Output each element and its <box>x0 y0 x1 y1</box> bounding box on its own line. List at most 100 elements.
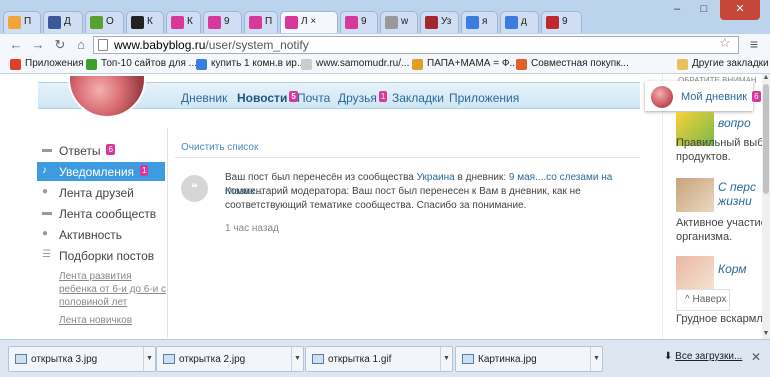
tab-favicon-icon <box>208 16 221 29</box>
bookmarks-bar: Приложения Топ-10 сайтов для ... купить 1 … <box>0 56 770 74</box>
folder-icon <box>677 59 688 70</box>
browser-tab[interactable]: 9 <box>340 11 378 33</box>
browser-tab[interactable]: 9 <box>203 11 242 33</box>
bookmark-item[interactable]: ПАПА+МАМА = Ф... <box>412 58 518 72</box>
browser-tab[interactable]: Уз <box>420 11 459 33</box>
nav-item[interactable]: Друзья 1 <box>338 91 388 105</box>
community-link[interactable]: Украина <box>417 172 455 183</box>
nav-label: Друзья <box>338 91 377 105</box>
bookmark-favicon-icon <box>196 59 207 70</box>
dropdown-arrow-icon[interactable]: ▼ <box>440 347 452 371</box>
browser-tab[interactable]: w <box>380 11 418 33</box>
bookmark-label: Совместная покупк... <box>531 58 629 69</box>
browser-tab[interactable]: Д <box>43 11 83 33</box>
minimize-button[interactable]: – <box>664 0 690 20</box>
bookmark-favicon-icon <box>10 59 21 70</box>
browser-tab[interactable]: 9 <box>541 11 582 33</box>
bookmark-favicon-icon <box>516 59 527 70</box>
bookmark-label: купить 1 комн.в ир... <box>211 58 306 69</box>
sidebar-badge: 6 <box>106 144 115 155</box>
article-link[interactable]: жизни <box>718 194 752 208</box>
close-window-button[interactable]: ✕ <box>720 0 760 20</box>
browser-tab[interactable]: П <box>3 11 41 33</box>
article-link[interactable]: Корм <box>718 262 747 276</box>
download-item[interactable]: открытка 1.gif ▼ <box>305 346 453 372</box>
tab-favicon-icon <box>249 16 262 29</box>
bookmark-item[interactable]: www.samomudr.ru/... <box>301 58 409 72</box>
dropdown-arrow-icon[interactable]: ▼ <box>291 347 303 371</box>
bookmark-star-icon[interactable]: ☆ <box>719 35 731 51</box>
scrollbar-thumb[interactable] <box>763 84 769 194</box>
article-thumbnail[interactable] <box>676 178 714 212</box>
close-downloads-icon[interactable]: ✕ <box>751 350 761 364</box>
bookmark-item[interactable]: Совместная покупк... <box>516 58 629 72</box>
close-tab-icon[interactable]: × <box>308 16 316 27</box>
article-link[interactable]: С перс <box>718 180 756 194</box>
all-downloads-link[interactable]: ⬇ Все загрузки... <box>664 351 742 362</box>
tab-favicon-icon <box>425 16 438 29</box>
maximize-button[interactable]: □ <box>691 0 717 20</box>
tab-favicon-icon <box>131 16 144 29</box>
scroll-up-arrow-icon[interactable]: ▲ <box>762 74 770 81</box>
other-bookmarks-label: Другие закладки <box>692 58 769 69</box>
sublink-newbies-feed[interactable]: Лента новичков <box>59 314 169 327</box>
user-avatar[interactable] <box>68 74 146 118</box>
my-diary-button[interactable]: Мой дневник 6 <box>645 81 761 111</box>
sidebar-item[interactable]: ♪ Уведомления 1 <box>37 162 165 181</box>
tab-favicon-icon <box>48 16 61 29</box>
browser-tab[interactable]: О <box>85 11 124 33</box>
nav-item[interactable]: Дневник <box>181 91 227 105</box>
sidebar-item[interactable]: ● Лента друзей <box>37 183 165 202</box>
browser-tab[interactable]: К <box>126 11 164 33</box>
list-icon: ☰ <box>42 249 51 260</box>
download-name: открытка 1.gif <box>328 354 392 365</box>
downloads-bar: открытка 3.jpg ▼ открытка 2.jpg ▼ открытка 1… <box>0 339 770 377</box>
bookmark-favicon-icon <box>412 59 423 70</box>
download-item[interactable]: Картинка.jpg ▼ <box>455 346 603 372</box>
all-downloads-label: Все загрузки... <box>675 351 743 362</box>
browser-tab[interactable]: К <box>166 11 201 33</box>
scroll-to-top-button[interactable]: ^ Наверх <box>676 289 730 311</box>
nav-item[interactable]: Закладки <box>392 91 444 105</box>
nav-item[interactable]: Приложения <box>449 91 519 105</box>
sidebar-item[interactable]: ▬ Лента сообществ <box>37 204 165 223</box>
browser-tab[interactable]: П <box>244 11 278 33</box>
article-thumbnail[interactable] <box>676 256 714 290</box>
tab-favicon-icon <box>285 16 298 29</box>
bookmark-item[interactable]: Топ-10 сайтов для ... <box>86 58 197 72</box>
nav-item[interactable]: Новости 5 <box>237 91 298 105</box>
sidebar-label: Лента друзей <box>59 186 134 200</box>
scroll-down-arrow-icon[interactable]: ▼ <box>762 330 770 337</box>
sidebar-item[interactable]: ▬ Ответы 6 <box>37 141 165 160</box>
clear-list-link[interactable]: Очистить список <box>181 142 258 153</box>
tab-label: О <box>106 16 114 27</box>
image-file-icon <box>462 354 474 364</box>
address-bar[interactable]: www.babyblog.ru/user/system_notify <box>93 36 739 54</box>
dropdown-arrow-icon[interactable]: ▼ <box>143 347 155 371</box>
bookmark-item[interactable]: купить 1 комн.в ир... <box>196 58 305 72</box>
home-icon[interactable]: ⌂ <box>71 36 91 54</box>
people-icon: ● <box>42 186 49 197</box>
browser-tab[interactable]: я <box>461 11 498 33</box>
download-item[interactable]: открытка 2.jpg ▼ <box>156 346 304 372</box>
download-item[interactable]: открытка 3.jpg ▼ <box>8 346 156 372</box>
forward-icon[interactable]: → <box>28 36 48 54</box>
other-bookmarks[interactable]: Другие закладки <box>677 58 769 72</box>
reload-icon[interactable]: ↻ <box>50 36 70 54</box>
sidebar-item[interactable]: ☰ Подборки постов <box>37 246 165 265</box>
scroll-to-top-label: Наверх <box>692 294 727 305</box>
tab-label: П <box>265 16 273 27</box>
sublink-development-feed[interactable]: Лента развития ребенка от 6-и до 6-и с п… <box>59 270 169 309</box>
sidebar-item[interactable]: ● Активность <box>37 225 165 244</box>
bookmark-item[interactable]: Приложения <box>10 58 84 72</box>
dropdown-arrow-icon[interactable]: ▼ <box>590 347 602 371</box>
tab-favicon-icon <box>345 16 358 29</box>
browser-tab[interactable]: д <box>500 11 539 33</box>
browser-tab[interactable]: Л × <box>280 11 338 33</box>
article-link[interactable]: вопро <box>718 116 751 130</box>
browser-tab-strip: П Д О К К 9 П Л × 9 w Уз я д 9 – □ ✕ <box>0 0 770 34</box>
back-icon[interactable]: ← <box>6 36 26 54</box>
menu-icon[interactable]: ≡ <box>745 36 763 54</box>
nav-item[interactable]: Почта <box>297 91 330 105</box>
tab-label: К <box>147 16 153 27</box>
